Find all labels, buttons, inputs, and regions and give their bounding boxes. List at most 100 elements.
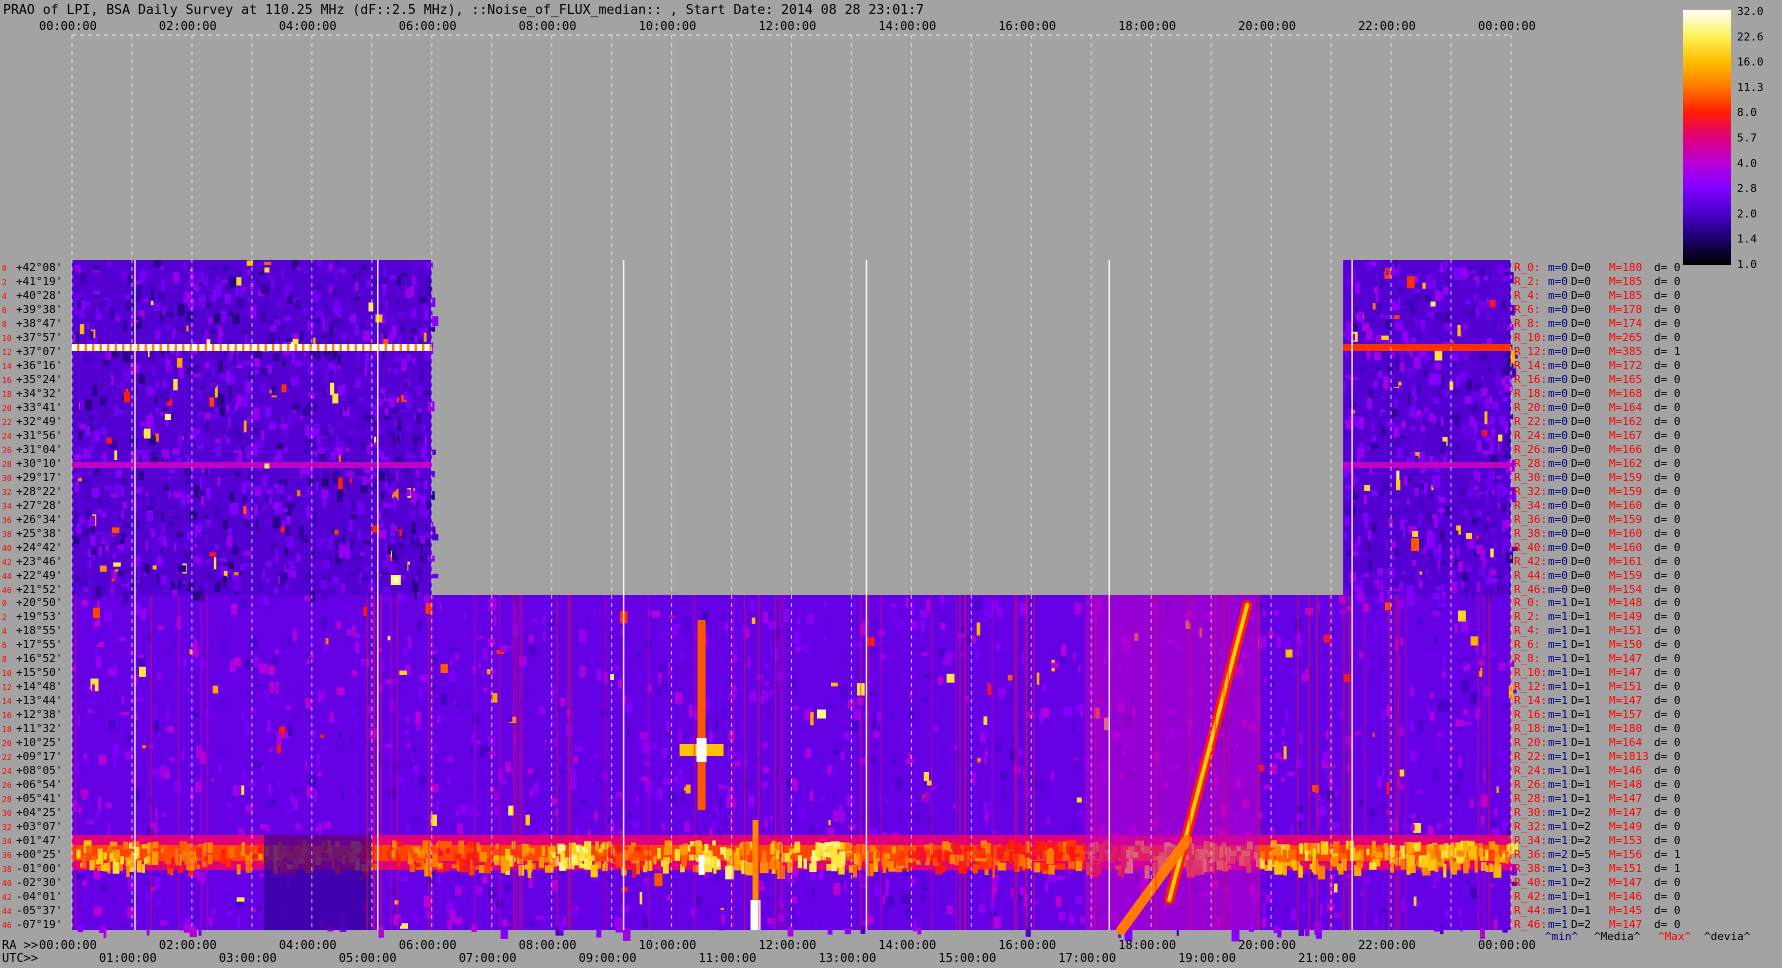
heatmap-cell (656, 687, 661, 694)
heatmap-cell (632, 822, 640, 829)
heatmap-cell (342, 497, 349, 510)
heatmap-cell (411, 308, 417, 319)
heatmap-cell (998, 781, 1004, 789)
heatmap-cell (1048, 873, 1057, 883)
heatmap-cell (540, 766, 548, 776)
heatmap-cell (1003, 789, 1007, 800)
heatmap-cell (427, 555, 435, 562)
heatmap-cell (1437, 560, 1441, 570)
heatmap-cell (359, 552, 367, 556)
heatmap-cell (1407, 499, 1410, 506)
heatmap-cell (166, 311, 174, 318)
heatmap-cell (1440, 530, 1445, 541)
heatmap-cell (113, 580, 117, 594)
heatmap-cell (330, 382, 335, 396)
heatmap-cell (346, 471, 354, 478)
heatmap-cell (802, 628, 807, 636)
heatmap-cell (247, 471, 254, 481)
heatmap-cell (122, 501, 127, 510)
heatmap-cell (260, 368, 269, 376)
heatmap-cell (384, 482, 389, 489)
heatmap-cell (1405, 300, 1413, 307)
heatmap-cell (379, 523, 384, 528)
heatmap-cell (233, 591, 239, 596)
heatmap-cell (214, 438, 222, 444)
heatmap-cell (1363, 446, 1372, 451)
heatmap-cell (201, 328, 204, 334)
heatmap-cell (398, 714, 403, 719)
heatmap-cell (849, 824, 856, 830)
heatmap-cell (260, 263, 263, 271)
heatmap-cell (265, 407, 272, 417)
heatmap-cell (366, 445, 371, 455)
heatmap-cell (1505, 519, 1512, 528)
heatmap-cell (100, 505, 105, 511)
heatmap-cell (403, 435, 412, 446)
heatmap-cell (274, 484, 279, 488)
heatmap-cell (317, 447, 326, 454)
heatmap-cell (94, 620, 101, 627)
heatmap-cell (229, 492, 235, 504)
heatmap-cell (94, 430, 101, 442)
heatmap-cell (334, 408, 340, 414)
heatmap-cell (350, 571, 358, 577)
heatmap-cell (303, 307, 308, 316)
heatmap-cell (449, 646, 458, 653)
heatmap-cell (358, 429, 362, 436)
heatmap-cell (250, 305, 257, 318)
heatmap-cell (1436, 282, 1444, 291)
heatmap-cell (155, 407, 159, 414)
heatmap-cell (324, 821, 331, 829)
heatmap-cell (420, 542, 423, 555)
heatmap-cell (1434, 373, 1442, 386)
heatmap-cell (1357, 268, 1365, 278)
heatmap-cell (252, 443, 258, 456)
heatmap-cell (518, 768, 524, 776)
heatmap-cell (320, 333, 328, 339)
heatmap-cell (1371, 490, 1379, 497)
heatmap-cell (175, 531, 184, 538)
heatmap-cell (1358, 550, 1362, 563)
heatmap-cell (333, 317, 341, 327)
heatmap-cell (1428, 413, 1435, 422)
heatmap-cell (92, 385, 98, 397)
heatmap-cell (197, 411, 206, 417)
heatmap-cell (920, 874, 925, 885)
heatmap-cell (639, 731, 648, 740)
heatmap-cell (91, 410, 98, 414)
heatmap-cell (162, 307, 165, 315)
heatmap-cell (272, 543, 275, 555)
heatmap-cell (1478, 299, 1483, 312)
heatmap-cell (1450, 581, 1458, 594)
heatmap-cell (397, 275, 402, 286)
heatmap-cell (1346, 537, 1355, 542)
heatmap-cell (114, 406, 118, 417)
heatmap-cell (1393, 548, 1399, 557)
heatmap-cell (79, 516, 86, 524)
heatmap-cell (240, 598, 248, 609)
heatmap-cell (230, 363, 234, 375)
heatmap-cell (75, 332, 80, 343)
heatmap-cell (165, 276, 169, 288)
heatmap-cell (1502, 928, 1508, 933)
heatmap-cell (736, 720, 741, 729)
heatmap-cell (75, 577, 81, 581)
heatmap-cell (243, 550, 251, 556)
heatmap-cell (97, 498, 103, 505)
heatmap-cell (162, 408, 169, 412)
heatmap-cell (1470, 636, 1479, 646)
heatmap-cell (685, 619, 692, 630)
heatmap-cell (380, 388, 386, 394)
heatmap-cell (422, 457, 425, 461)
heatmap-cell (264, 572, 271, 578)
heatmap-cell (306, 787, 312, 798)
heatmap-cell (124, 537, 132, 550)
heatmap-cell (448, 670, 456, 683)
heatmap-cell (1393, 426, 1400, 438)
heatmap-cell (1476, 582, 1481, 593)
heatmap-cell (111, 527, 120, 533)
heatmap-cell (304, 439, 312, 443)
heatmap-cell (677, 601, 685, 606)
heatmap-cell (240, 286, 247, 292)
heatmap-cell (1502, 549, 1505, 554)
